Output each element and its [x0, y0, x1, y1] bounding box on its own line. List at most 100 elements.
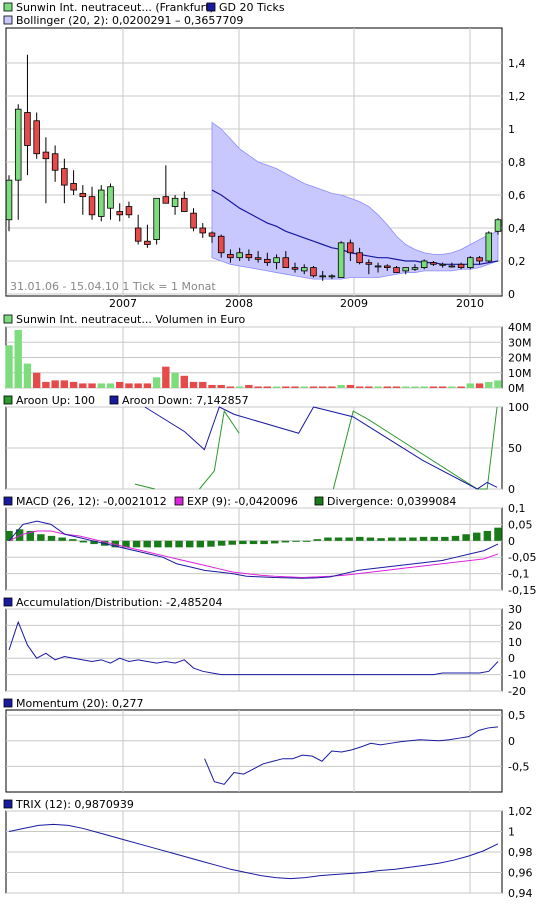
divergence-bar-24 [260, 540, 268, 545]
divergence-bar-3 [37, 534, 45, 541]
volume-bar-19 [180, 375, 188, 388]
candle-body-15 [144, 240, 151, 245]
y-tick-macd-1: -0,1 [508, 568, 529, 581]
volume-bar-15 [143, 383, 152, 388]
x-tick-year-0: 2007 [109, 297, 137, 310]
legend-swatch-aroon-up [3, 395, 13, 405]
y-tick-price-5: 1 [508, 123, 515, 136]
divergence-bar-43 [462, 534, 470, 541]
volume-bar-23 [217, 384, 225, 388]
panel-frames [5, 27, 503, 894]
volume-bar-29 [272, 386, 281, 388]
divergence-bar-13 [143, 540, 151, 548]
panel-frame-momentum [5, 709, 503, 793]
y-tick-volume-0: 0M [508, 382, 525, 395]
volume-bar-22 [208, 384, 216, 388]
legend-volume: Sunwin Int. neutraceut... Volumen in Eur… [3, 313, 245, 326]
volume-bar-27 [254, 386, 262, 388]
legend-label-price: Sunwin Int. neutraceut... (Frankfurt) [16, 1, 214, 14]
divergence-bar-44 [473, 532, 481, 541]
legend-label-ad: Accumulation/Distribution: -2,485204 [16, 596, 223, 609]
y-tick-aroon-0: 0 [508, 483, 515, 496]
volume-bar-9 [88, 383, 96, 388]
legend-swatch-macd [3, 496, 13, 506]
candle-body-50 [467, 257, 474, 269]
divergence-bar-35 [377, 538, 385, 541]
y-tick-ad-0: -20 [508, 685, 526, 698]
divergence-bar-21 [228, 540, 236, 545]
panel-frame-ad [5, 608, 503, 692]
candle-body-39 [365, 262, 373, 265]
candle-body-32 [300, 267, 308, 272]
volume-bar-17 [162, 366, 170, 388]
volume-bar-41 [383, 386, 391, 388]
candle-body-21 [199, 227, 207, 234]
legend-swatch-exp [174, 496, 184, 506]
volume-bar-8 [79, 383, 87, 388]
divergence-bar-28 [302, 540, 311, 542]
y-tick-price-1: 0,2 [508, 255, 526, 268]
divergence-bar-26 [281, 540, 290, 543]
legend-label-exp: EXP (9): -0,0420096 [187, 495, 298, 508]
divergence-bar-25 [271, 540, 279, 544]
y-tick-trix-1: 0,96 [508, 867, 533, 880]
volume-bar-31 [291, 386, 299, 388]
candle-body-18 [171, 197, 179, 207]
candle-body-17 [162, 196, 170, 204]
y-tick-volume-2: 20M [508, 352, 532, 365]
volume-bar-16 [152, 377, 161, 388]
volume-bar-40 [374, 386, 382, 388]
y-tick-macd-5: 0,1 [508, 502, 526, 515]
y-tick-trix-0: 0,94 [508, 887, 533, 900]
candle-body-4 [42, 151, 50, 160]
divergence-bar-7 [79, 540, 88, 543]
divergence-bar-32 [345, 537, 353, 541]
candle-body-20 [190, 212, 197, 229]
volume-bar-43 [402, 386, 410, 388]
volume-bar-49 [457, 386, 465, 388]
candle-body-8 [79, 192, 87, 198]
candle-body-30 [282, 257, 290, 269]
y-tick-ad-2: 0 [508, 652, 515, 665]
candle-body-29 [273, 257, 280, 264]
legend-swatch-bollinger [3, 15, 13, 25]
candle-body-38 [356, 252, 363, 264]
candle-body-41 [384, 265, 391, 269]
divergence-bar-27 [292, 540, 300, 542]
candle-body-36 [337, 242, 345, 278]
divergence-bar-34 [366, 537, 375, 541]
y-tick-trix-2: 0,98 [508, 846, 533, 859]
candle-body-42 [393, 267, 400, 273]
y-tick-momentum-1: 0 [508, 735, 515, 748]
stock-chart: 00,20,40,60,811,21,42007 2008 2009 20100M10… [3, 1, 536, 900]
candle-body-16 [153, 197, 160, 240]
volume-bar-18 [171, 372, 179, 388]
candle-body-52 [485, 232, 493, 262]
candle-body-1 [14, 108, 22, 181]
volume-bar-30 [282, 386, 290, 388]
legend-label-momentum: Momentum (20): 0,277 [16, 697, 143, 710]
volume-bar-35 [328, 386, 336, 388]
y-tick-trix-4: 1,02 [508, 805, 533, 818]
legend-label-gd: GD 20 Ticks [219, 1, 285, 14]
volume-bar-25 [235, 386, 244, 388]
y-tick-volume-1: 10M [508, 367, 532, 380]
volume-bar-6 [60, 380, 69, 388]
candle-body-46 [430, 262, 437, 265]
volume-bar-24 [226, 386, 235, 388]
y-tick-momentum-0: -0,5 [508, 760, 529, 773]
candle-body-34 [319, 275, 326, 278]
candle-body-5 [51, 153, 59, 171]
y-tick-trix-3: 1 [508, 826, 515, 839]
volume-bar-2 [23, 363, 32, 388]
legend-momentum: Momentum (20): 0,277 [3, 697, 143, 710]
volume-bar-7 [69, 381, 78, 388]
divergence-bar-22 [239, 540, 247, 545]
volume-bar-1 [14, 330, 22, 388]
volume-bar-32 [300, 386, 308, 388]
candle-body-11 [107, 186, 114, 209]
legend-swatch-momentum [3, 698, 13, 708]
divergence-bar-18 [196, 540, 205, 548]
candle-body-12 [116, 211, 123, 216]
divergence-bar-5 [58, 537, 66, 541]
